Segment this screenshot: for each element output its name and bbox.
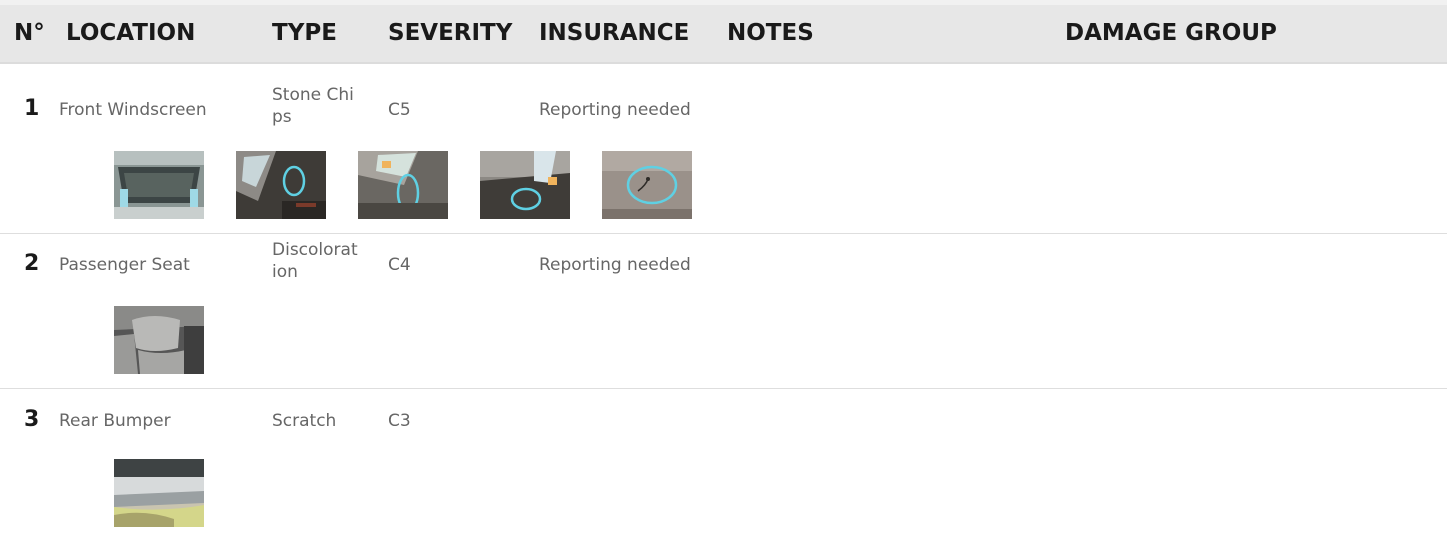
row-insurance: Reporting needed xyxy=(539,255,691,275)
row-severity: C5 xyxy=(388,100,411,120)
row-insurance: Reporting needed xyxy=(539,100,691,120)
row-type: Stone Chips xyxy=(272,85,354,127)
row-number: 1 xyxy=(24,96,40,121)
table-row[interactable]: 2 Passenger Seat Discoloration C4 Report… xyxy=(0,234,1447,389)
table-header: N° LOCATION TYPE SEVERITY INSURANCE NOTE… xyxy=(0,0,1447,64)
header-num: N° xyxy=(14,20,45,46)
table-row[interactable]: 3 Rear Bumper Scratch C3 xyxy=(0,389,1447,539)
bumper-photo[interactable] xyxy=(114,459,204,527)
row-severity: C3 xyxy=(388,411,411,431)
damage-photos xyxy=(114,306,204,374)
header-damage-group: DAMAGE GROUP xyxy=(1065,20,1277,46)
row-number: 3 xyxy=(24,407,40,432)
row-type: Discoloration xyxy=(272,240,358,282)
header-type: TYPE xyxy=(272,20,337,46)
chip-photo[interactable] xyxy=(236,151,326,219)
table-row[interactable]: 1 Front Windscreen Stone Chips C5 Report… xyxy=(0,64,1447,234)
row-location: Passenger Seat xyxy=(59,255,190,275)
row-type: Scratch xyxy=(272,411,337,431)
row-number: 2 xyxy=(24,251,40,276)
chip-photo[interactable] xyxy=(480,151,570,219)
chip-photo[interactable] xyxy=(358,151,448,219)
row-location: Front Windscreen xyxy=(59,100,207,120)
damage-photos xyxy=(114,151,692,219)
header-notes: NOTES xyxy=(727,20,814,46)
seat-photo[interactable] xyxy=(114,306,204,374)
chip-photo[interactable] xyxy=(602,151,692,219)
header-insurance: INSURANCE xyxy=(539,20,690,46)
damage-table: N° LOCATION TYPE SEVERITY INSURANCE NOTE… xyxy=(0,0,1447,539)
row-location: Rear Bumper xyxy=(59,411,171,431)
header-location: LOCATION xyxy=(66,20,196,46)
damage-photos xyxy=(114,459,204,527)
windscreen-photo[interactable] xyxy=(114,151,204,219)
row-severity: C4 xyxy=(388,255,411,275)
header-severity: SEVERITY xyxy=(388,20,513,46)
